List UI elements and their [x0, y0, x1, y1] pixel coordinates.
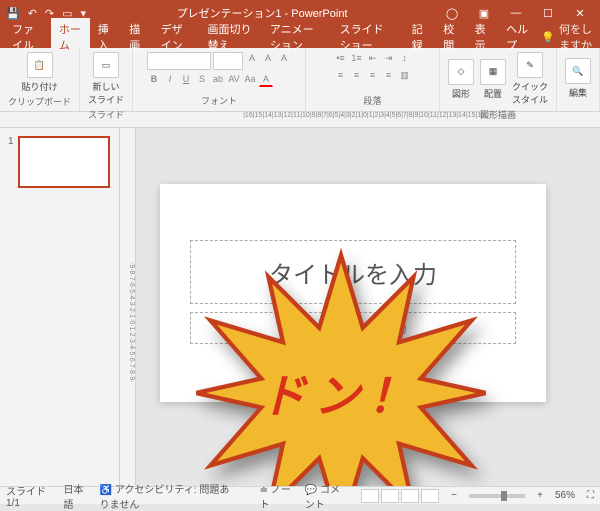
redo-icon[interactable]: ↷ [45, 7, 54, 20]
quick-styles-icon: ✎ [517, 52, 543, 78]
font-family-selector[interactable] [147, 52, 211, 70]
slideshow-view-icon[interactable] [421, 489, 439, 503]
new-slide-icon: ▭ [93, 52, 119, 78]
shapes-button[interactable]: ◇図形 [448, 59, 474, 100]
group-label: 段落 [363, 92, 381, 107]
normal-view-icon[interactable] [361, 489, 379, 503]
bullets-icon[interactable]: •≡ [333, 52, 347, 66]
strike-icon[interactable]: S [195, 73, 209, 87]
zoom-level[interactable]: 56% [555, 490, 575, 501]
group-clipboard: 📋 貼り付け クリップボード [0, 48, 80, 111]
reading-view-icon[interactable] [401, 489, 419, 503]
qat-more-icon[interactable]: ▾ [81, 7, 87, 20]
indent-inc-icon[interactable]: ⇥ [381, 52, 395, 66]
ribbon: 📋 貼り付け クリップボード ▭ 新しい スライド スライド AAA B I U [0, 48, 600, 112]
decrease-font-icon[interactable]: A [261, 52, 275, 66]
font-color-icon[interactable]: A [259, 73, 273, 87]
clipboard-icon: 📋 [27, 52, 53, 78]
case-icon[interactable]: Aa [243, 73, 257, 87]
group-paragraph: •≡ 1≡ ⇤ ⇥ ↕ ≡ ≡ ≡ ≡ ▥ 段落 [306, 48, 440, 111]
group-drawing: ◇図形 ▦配置 ✎クイック スタイル 図形描画 [440, 48, 557, 111]
line-spacing-icon[interactable]: ↕ [397, 52, 411, 66]
zoom-out-icon[interactable]: − [451, 490, 457, 501]
slide-thumbnail-panel: 1 [0, 128, 120, 486]
font-size-selector[interactable] [213, 52, 243, 70]
undo-icon[interactable]: ↶ [28, 7, 37, 20]
indent-dec-icon[interactable]: ⇤ [365, 52, 379, 66]
slide-canvas-area[interactable]: タイトルを入力 サブタイトルを入力 ドン！ [136, 128, 600, 486]
lightbulb-icon: 💡 [541, 31, 555, 44]
new-slide-button[interactable]: ▭ 新しい スライド [88, 52, 124, 106]
view-buttons [361, 489, 439, 503]
maximize-icon[interactable]: ☐ [534, 7, 562, 20]
close-icon[interactable]: ✕ [566, 7, 594, 20]
ribbon-tabs: ファイル ホーム 挿入 描画 デザイン 画面切り替え アニメーション スライド … [0, 26, 600, 48]
group-slides: ▭ 新しい スライド スライド [80, 48, 133, 111]
explosion-text: ドン！ [196, 248, 486, 486]
editing-button[interactable]: 🔍編集 [565, 58, 591, 99]
arrange-icon: ▦ [480, 59, 506, 85]
zoom-slider[interactable] [469, 494, 525, 498]
align-right-icon[interactable]: ≡ [365, 69, 379, 83]
group-label: スライド [88, 106, 124, 121]
save-icon[interactable]: 💾 [6, 7, 20, 20]
align-center-icon[interactable]: ≡ [349, 69, 363, 83]
increase-font-icon[interactable]: A [245, 52, 259, 66]
quick-styles-button[interactable]: ✎クイック スタイル [512, 52, 548, 106]
slide-count: スライド 1/1 [6, 483, 52, 509]
vertical-ruler: ·9·8·7·6·5·4·3·2·1·0·1·2·3·4·5·6·7·8·9· [120, 128, 136, 486]
language-status[interactable]: 日本語 [64, 481, 88, 511]
underline-icon[interactable]: U [179, 73, 193, 87]
spacing-icon[interactable]: AV [227, 73, 241, 87]
columns-icon[interactable]: ▥ [397, 69, 411, 83]
fit-to-window-icon[interactable]: ⛶ [587, 490, 594, 501]
shadow-icon[interactable]: ab [211, 73, 225, 87]
sorter-view-icon[interactable] [381, 489, 399, 503]
start-from-beginning-icon[interactable]: ▭ [62, 7, 72, 20]
justify-icon[interactable]: ≡ [381, 69, 395, 83]
tell-me-search[interactable]: 💡 何をしますか [541, 21, 600, 53]
status-bar: スライド 1/1 日本語 ♿ アクセシビリティ: 問題ありません ≐ ノート 💬… [0, 486, 600, 504]
italic-icon[interactable]: I [163, 73, 177, 87]
group-editing: 🔍編集 [557, 48, 600, 111]
thumbnail-number: 1 [8, 136, 14, 188]
slide-thumbnail[interactable] [18, 136, 110, 188]
workspace: 1 ·9·8·7·6·5·4·3·2·1·0·1·2·3·4·5·6·7·8·9… [0, 128, 600, 486]
find-icon: 🔍 [565, 58, 591, 84]
paste-button[interactable]: 📋 貼り付け [22, 52, 58, 93]
shapes-icon: ◇ [448, 59, 474, 85]
group-label: クリップボード [8, 93, 71, 108]
group-font: AAA B I U S ab AV Aa A フォント [133, 48, 306, 111]
zoom-in-icon[interactable]: + [537, 490, 543, 501]
align-left-icon[interactable]: ≡ [333, 69, 347, 83]
numbering-icon[interactable]: 1≡ [349, 52, 363, 66]
clear-format-icon[interactable]: A [277, 52, 291, 66]
arrange-button[interactable]: ▦配置 [480, 59, 506, 100]
bold-icon[interactable]: B [147, 73, 161, 87]
group-label: フォント [201, 92, 237, 107]
